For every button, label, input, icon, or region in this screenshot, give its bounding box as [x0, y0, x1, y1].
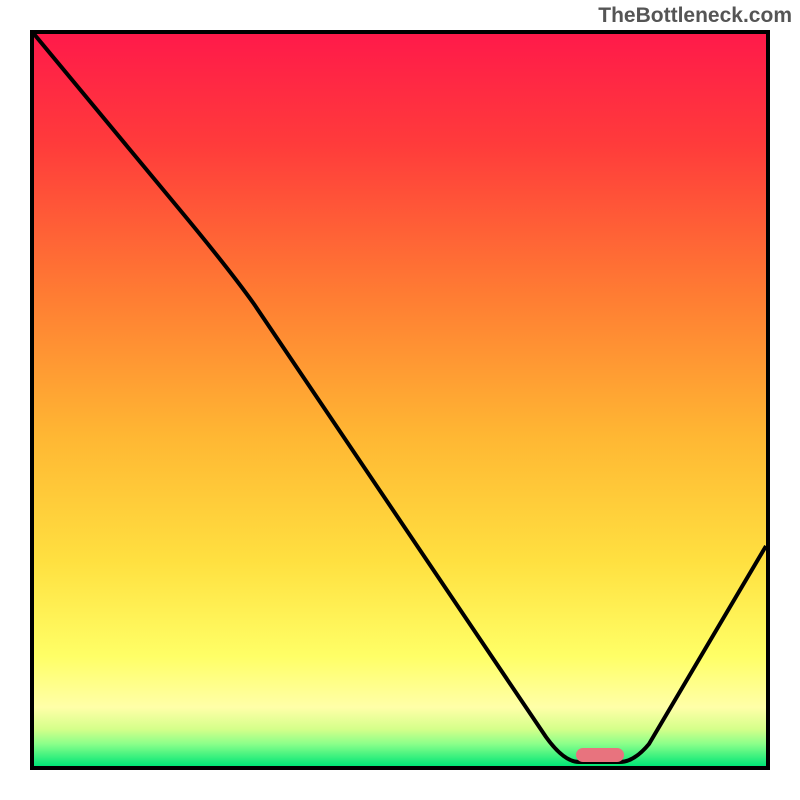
target-marker — [576, 748, 624, 762]
plot-area — [30, 30, 770, 770]
chart-container: TheBottleneck.com — [0, 0, 800, 800]
bottleneck-curve — [34, 34, 766, 766]
watermark-text: TheBottleneck.com — [598, 4, 792, 28]
